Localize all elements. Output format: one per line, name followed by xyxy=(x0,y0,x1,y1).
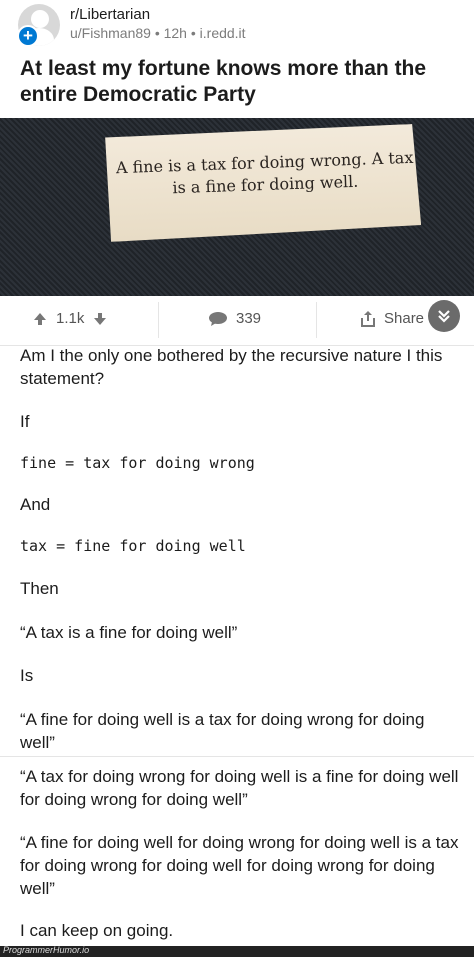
comment-intro: Am I the only one bothered by the recurs… xyxy=(20,346,443,388)
comments-button[interactable]: 339 xyxy=(208,310,261,327)
comment-quote-4: “A fine for doing well for doing wrong f… xyxy=(20,833,459,898)
post-title[interactable]: At least my fortune knows more than the … xyxy=(20,56,460,108)
subreddit-name[interactable]: r/Libertarian xyxy=(70,6,150,23)
comment-quote-1: “A tax is a fine for doing well” xyxy=(20,623,238,642)
upvote-count: 1.1k xyxy=(56,310,85,327)
comment-quote-2: “A fine for doing well is a tax for doin… xyxy=(20,710,425,752)
watermark-bar: ProgrammerHumor.io xyxy=(0,945,474,957)
post-meta: u/Fishman89 • 12h • i.redd.it xyxy=(70,25,246,41)
vote-group: 1.1k xyxy=(32,310,108,327)
scroll-down-icon[interactable] xyxy=(428,300,460,332)
upvote-arrow-icon[interactable] xyxy=(32,311,48,327)
downvote-arrow-icon[interactable] xyxy=(92,311,108,327)
comment-bubble-icon xyxy=(209,311,227,326)
divider xyxy=(158,302,159,338)
share-label: Share xyxy=(384,310,425,327)
comment-code-1: fine = tax for doing wrong xyxy=(20,454,255,472)
divider xyxy=(316,302,317,338)
comment-count: 339 xyxy=(236,310,262,327)
post-header: + r/Libertarian u/Fishman89 • 12h • i.re… xyxy=(0,0,474,50)
watermark-text: ProgrammerHumor.io xyxy=(3,945,90,955)
comment-is: Is xyxy=(20,666,34,685)
divider xyxy=(0,756,474,757)
comment-if: If xyxy=(20,412,30,431)
comment-then: Then xyxy=(20,579,59,598)
share-button[interactable]: Share xyxy=(360,310,424,327)
comment-and: And xyxy=(20,495,51,514)
comment-closing: I can keep on going. xyxy=(20,921,174,940)
comment-code-2: tax = fine for doing well xyxy=(20,537,246,555)
join-plus-icon[interactable]: + xyxy=(17,25,39,47)
share-icon xyxy=(361,311,375,327)
comment-quote-3: “A tax for doing wrong for doing well is… xyxy=(20,767,459,809)
action-bar: 1.1k 339 Share xyxy=(0,296,474,346)
